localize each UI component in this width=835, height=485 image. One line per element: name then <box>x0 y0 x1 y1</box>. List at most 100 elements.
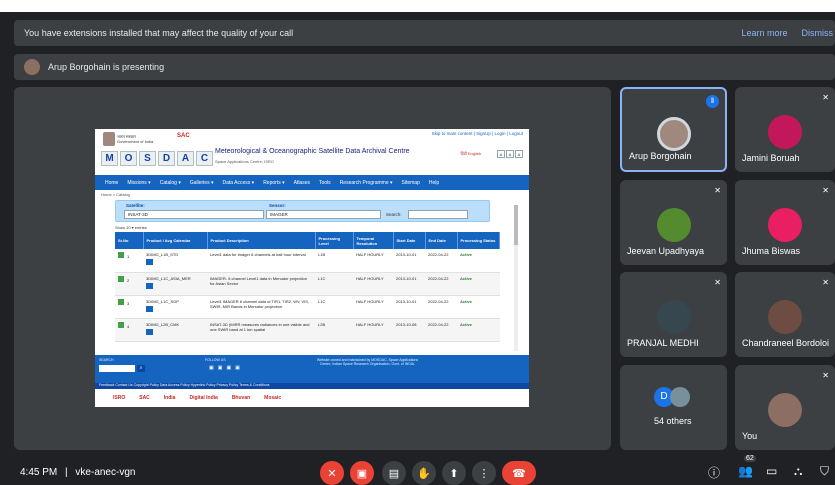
table-scrollbar[interactable] <box>514 205 518 351</box>
calendar-icon[interactable] <box>146 328 153 335</box>
avatar <box>768 115 802 149</box>
dismiss-button[interactable]: Dismiss <box>802 28 834 38</box>
avatar <box>768 393 802 427</box>
catalog-search-input[interactable] <box>408 210 468 219</box>
participant-tile[interactable]: ✕ Chandraneel Bordoloi <box>735 272 835 357</box>
expand-icon[interactable] <box>118 275 124 282</box>
participant-tile[interactable]: ⦀ Arup Borgohain <box>620 87 727 172</box>
breadcrumb[interactable]: Home » Catalog <box>95 190 529 199</box>
language-switch[interactable]: हिंदी English <box>460 151 481 157</box>
bhuvan-logo: Bhuvan <box>231 395 251 401</box>
mosaic-logo: Mosaic <box>264 395 282 401</box>
raise-hand-icon[interactable]: ✋ <box>412 461 436 485</box>
expand-icon[interactable] <box>118 298 124 305</box>
col-temporal: Temporal Resolution <box>353 232 394 249</box>
search-label: Search: <box>386 212 402 217</box>
extension-warning-banner: You have extensions installed that may a… <box>14 20 835 46</box>
mic-off-icon[interactable]: ✕ <box>320 461 344 485</box>
nav-reports[interactable]: Reports ▾ <box>263 180 284 186</box>
mic-off-icon: ✕ <box>822 186 829 195</box>
nav-tools[interactable]: Tools <box>319 180 331 186</box>
nav-help[interactable]: Help <box>429 180 439 186</box>
mic-off-icon: ✕ <box>822 371 829 380</box>
mic-off-icon: ✕ <box>714 278 721 287</box>
entries-select[interactable]: Show 10 ▾ entries <box>95 222 529 232</box>
satellite-select[interactable]: INSAT-3D <box>124 210 264 219</box>
product-name[interactable]: 3DIMG_L1B_STD <box>146 252 178 257</box>
site-title: Meteorological & Oceanographic Satellite… <box>215 148 410 155</box>
avatar <box>768 300 802 334</box>
nav-catalog[interactable]: Catalog ▾ <box>160 180 181 186</box>
temporal-resolution: HALF HOURLY <box>353 318 393 342</box>
nav-missions[interactable]: Missions ▾ <box>127 180 150 186</box>
end-date: 2022-04-22 <box>425 318 457 342</box>
avatar <box>768 208 802 242</box>
camera-off-icon[interactable]: ▣ <box>350 461 374 485</box>
start-date: 2013-10-01 <box>393 272 425 296</box>
mic-off-icon: ✕ <box>822 93 829 102</box>
nav-atlases[interactable]: Atlases <box>294 180 310 186</box>
calendar-icon[interactable] <box>146 259 153 265</box>
others-count: 54 others <box>654 416 692 426</box>
presenter-avatar <box>24 59 40 75</box>
host-controls-icon[interactable]: ⛉ <box>820 464 829 479</box>
participant-tile[interactable]: ✕ PRANJAL MEDHI <box>620 272 727 357</box>
table-row[interactable]: 2 3DIMG_L1C_ASIA_MER IMAGER- 6 channel L… <box>115 272 500 296</box>
search-icon[interactable]: ⌕ <box>137 365 145 372</box>
temporal-resolution: HALF HOURLY <box>353 249 393 273</box>
chat-icon[interactable]: ▭ <box>766 464 777 478</box>
nav-data-access[interactable]: Data Access ▾ <box>222 180 254 186</box>
product-name[interactable]: 3DIMG_L2B_CMK <box>146 322 179 327</box>
nav-research[interactable]: Research Programme ▾ <box>340 180 393 186</box>
banner-text: You have extensions installed that may a… <box>24 28 294 38</box>
row-number: 3 <box>115 295 143 319</box>
participant-tile[interactable]: ✕ Jamini Boruah <box>735 87 835 172</box>
font-size-controls[interactable]: AAA <box>497 150 523 158</box>
self-tile[interactable]: ✕ You <box>735 365 835 450</box>
mosdac-logo: MOSDAC <box>101 151 213 166</box>
table-row[interactable]: 3 3DIMG_L1C_SGP Level1 IMAGER 6 channel … <box>115 295 500 319</box>
start-date: 2013-10-01 <box>393 295 425 319</box>
activities-icon[interactable]: ⛬ <box>794 464 802 479</box>
nav-galleries[interactable]: Galleries ▾ <box>190 180 214 186</box>
table-row[interactable]: 1 3DIMG_L1B_STD Level1 data for Imager 6… <box>115 249 500 273</box>
nav-sitemap[interactable]: Sitemap <box>402 180 420 186</box>
meeting-info: 4:45 PM | vke-anec-vgn <box>20 467 136 478</box>
captions-icon[interactable]: ▤ <box>382 461 406 485</box>
participant-tile[interactable]: ✕ Jhuma Biswas <box>735 180 835 265</box>
sensor-label: Sensor: <box>269 203 286 208</box>
expand-icon[interactable] <box>118 321 124 328</box>
sensor-select[interactable]: IMAGER <box>266 210 381 219</box>
india-emblem-icon <box>103 132 115 146</box>
product-name[interactable]: 3DIMG_L1C_SGP <box>146 299 179 304</box>
meeting-code[interactable]: vke-anec-vgn <box>75 467 135 478</box>
footer-search-input[interactable] <box>99 365 135 372</box>
start-date: 2013-10-08 <box>393 318 425 342</box>
others-tile[interactable]: D 54 others <box>620 365 727 450</box>
table-row[interactable]: 4 3DIMG_L2B_CMK INSAT-3D (IMRR measures … <box>115 318 500 342</box>
social-icons[interactable]: ▣▣▣▣ <box>209 365 244 371</box>
calendar-icon[interactable] <box>146 282 153 289</box>
calendar-icon[interactable] <box>146 305 153 312</box>
nav-home[interactable]: Home <box>105 180 118 186</box>
clock: 4:45 PM <box>20 467 58 478</box>
participant-tile[interactable]: ✕ Jeevan Upadhyaya <box>620 180 727 265</box>
present-screen-icon[interactable]: ⬆ <box>442 461 466 485</box>
skip-links[interactable]: Skip to main content | SignUp | Login | … <box>432 131 523 136</box>
site-nav: Home Missions ▾ Catalog ▾ Galleries ▾ Da… <box>95 175 529 190</box>
expand-icon[interactable] <box>118 252 124 258</box>
product-name[interactable]: 3DIMG_L1C_ASIA_MER <box>146 276 191 281</box>
presenting-bar: Arup Borgohain is presenting <box>14 54 835 80</box>
people-icon[interactable]: 👥 <box>738 464 753 478</box>
catalog-table: Sr.No Product / Avg Calendar Product Des… <box>115 232 500 342</box>
leave-call-icon[interactable]: ☎ <box>502 461 536 485</box>
info-icon[interactable]: ⓘ <box>708 464 720 481</box>
people-count-badge: 62 <box>744 455 756 462</box>
col-sr-no: Sr.No <box>115 232 144 249</box>
product-description: Level1 IMAGER 6 channel data of TIR1, TI… <box>207 295 315 319</box>
site-subtitle: Space Applications Centre, ISRO <box>215 159 274 164</box>
more-options-icon[interactable]: ⋮ <box>472 461 496 485</box>
end-date: 2022-04-22 <box>425 249 457 273</box>
mosdac-header: भारत सरकार Government of India SAC MOSDAC… <box>95 129 529 175</box>
learn-more-link[interactable]: Learn more <box>741 28 787 38</box>
